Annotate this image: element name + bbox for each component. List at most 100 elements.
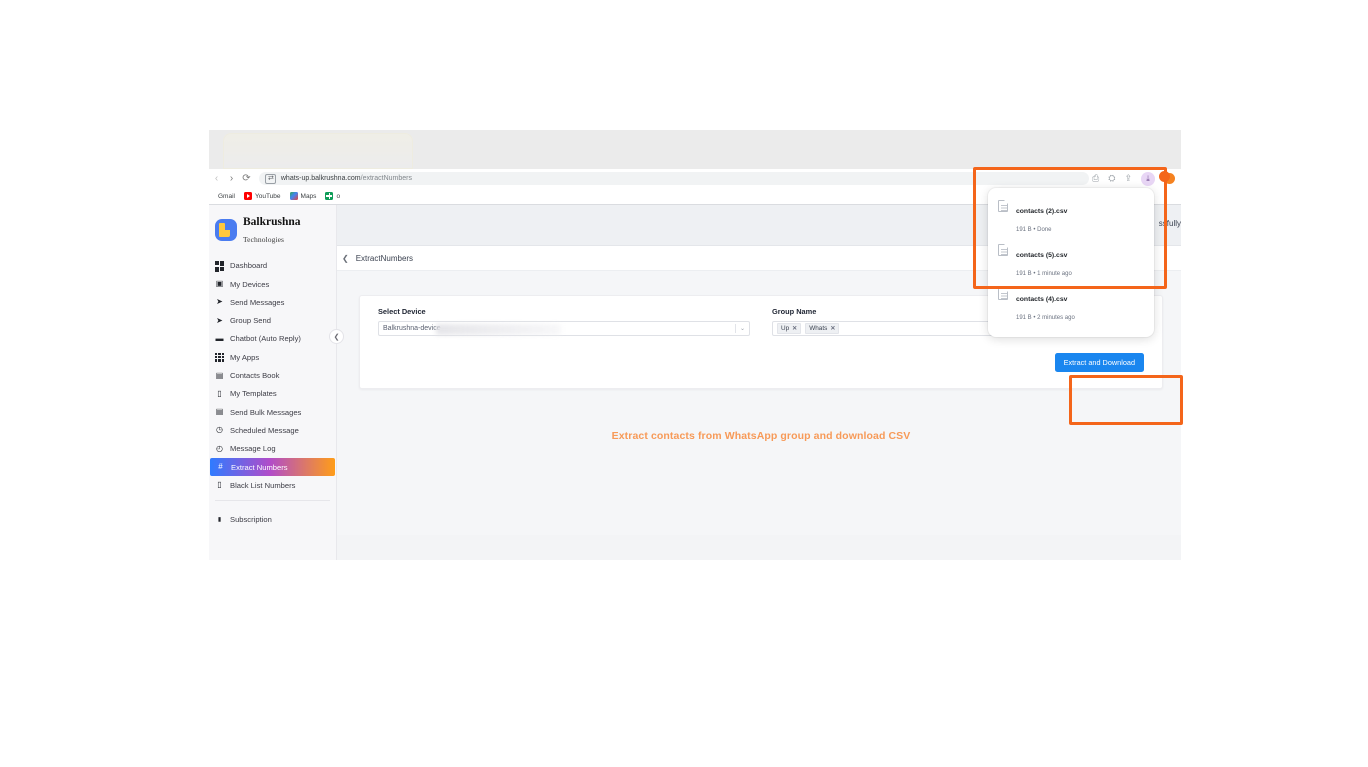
select-device-value: Balkrushna-device <box>383 325 441 332</box>
browser-tabstrip <box>209 130 1181 169</box>
breadcrumb-back-icon[interactable]: ❮ <box>342 254 349 263</box>
extensions-icon[interactable]: ⛭ <box>1108 174 1115 183</box>
sidebar-item-send-bulk-messages[interactable]: ▤ Send Bulk Messages <box>209 403 336 421</box>
download-meta: 191 B • 1 minute ago <box>1016 271 1072 277</box>
group-tag[interactable]: Up ✕ <box>777 323 802 334</box>
download-filename: contacts (4).csv <box>1016 296 1068 303</box>
chevron-down-icon[interactable]: ⌄ <box>740 325 745 332</box>
screenshot-canvas: ‹ › ⟳ ⇄ whats-up.balkrushna.com/extractN… <box>0 0 1368 767</box>
sidebar-item-label: My Apps <box>230 352 260 362</box>
extract-and-download-button[interactable]: Extract and Download <box>1054 353 1144 372</box>
hash-icon: # <box>218 462 223 471</box>
sidebar-item-black-list-numbers[interactable]: ▯ Black List Numbers <box>209 476 336 494</box>
breadcrumb: ExtractNumbers <box>355 253 414 263</box>
green-plus-icon <box>325 192 334 200</box>
clock-icon: ◷ <box>216 425 223 435</box>
download-filename: contacts (2).csv <box>1016 208 1068 215</box>
redaction-blur <box>436 324 561 335</box>
devices-icon: ▣ <box>215 279 224 289</box>
share-icon[interactable]: ⇪ <box>1124 174 1132 183</box>
chat-bubble-icon: ▬ <box>215 333 224 343</box>
sidebar-collapse-button[interactable]: ❮ <box>329 329 344 344</box>
sidebar: Balkrushna Technologies Dashboard ▣ My D… <box>209 205 337 560</box>
download-item[interactable]: contacts (4).csv 191 B • 2 minutes ago <box>988 284 1154 328</box>
sidebar-item-message-log[interactable]: ◴ Message Log <box>209 440 336 458</box>
sidebar-item-label: Black List Numbers <box>230 480 296 490</box>
divider <box>734 324 736 333</box>
sidebar-item-send-messages[interactable]: ➤ Send Messages <box>209 293 336 311</box>
lock-icon: ▮ <box>217 516 222 523</box>
send-paper-plane-icon: ➤ <box>216 297 223 307</box>
bookmark-other[interactable]: o <box>325 192 340 200</box>
annotation-caption: Extract contacts from WhatsApp group and… <box>611 430 911 442</box>
address-bar[interactable]: ⇄ whats-up.balkrushna.com/extractNumbers <box>259 172 1089 185</box>
history-clock-icon: ◴ <box>216 443 223 453</box>
sidebar-item-dashboard[interactable]: Dashboard <box>209 257 336 275</box>
sidebar-item-my-devices[interactable]: ▣ My Devices <box>209 275 336 293</box>
bookmark-label: YouTube <box>254 192 281 200</box>
site-settings-icon[interactable]: ⇄ <box>265 173 276 184</box>
browser-omnibox-row: ‹ › ⟳ ⇄ whats-up.balkrushna.com/extractN… <box>209 169 1181 188</box>
downloads-popup: contacts (2).csv 191 B • Done contacts (… <box>988 188 1154 337</box>
sidebar-item-label: Dashboard <box>230 261 268 271</box>
bookmark-maps[interactable]: Maps <box>289 192 317 200</box>
reload-button[interactable]: ⟳ <box>239 173 254 184</box>
bookmark-gmail[interactable]: Gmail <box>215 193 235 200</box>
url-path: /extractNumbers <box>360 175 412 182</box>
sidebar-item-label: Message Log <box>230 444 276 454</box>
brand-subtitle: Technologies <box>243 234 285 244</box>
remove-tag-icon[interactable]: ✕ <box>792 325 797 332</box>
downloads-icon[interactable]: ⤓ <box>1141 171 1155 186</box>
sidebar-item-label: My Templates <box>230 389 277 399</box>
sidebar-item-subscription[interactable]: ▮ Subscription <box>209 510 336 528</box>
sidebar-item-scheduled-message[interactable]: ◷ Scheduled Message <box>209 421 336 439</box>
forward-button[interactable]: › <box>224 173 239 184</box>
sidebar-item-chatbot[interactable]: ▬ Chatbot (Auto Reply) <box>209 330 336 348</box>
dashboard-grid-icon <box>215 261 224 273</box>
back-button[interactable]: ‹ <box>209 173 224 184</box>
sidebar-item-extract-numbers[interactable]: # Extract Numbers <box>210 457 335 477</box>
download-filename: contacts (5).csv <box>1016 252 1068 259</box>
download-item[interactable]: contacts (5).csv 191 B • 1 minute ago <box>988 240 1154 284</box>
apps-grid-icon <box>215 352 224 362</box>
content-footer <box>337 535 1181 560</box>
balkrushna-logo-icon <box>215 218 237 241</box>
toast-message-partial: ssfully <box>1158 219 1181 228</box>
sidebar-item-label: Send Bulk Messages <box>230 407 302 417</box>
brand-logo[interactable]: Balkrushna Technologies <box>209 205 336 257</box>
sidebar-item-my-templates[interactable]: ▯ My Templates <box>209 385 336 403</box>
sidebar-item-my-apps[interactable]: My Apps <box>209 348 336 366</box>
contacts-book-icon: ▤ <box>215 370 224 380</box>
sidebar-item-label: Group Send <box>230 316 271 326</box>
maps-icon <box>289 192 298 200</box>
sidebar-nav: Dashboard ▣ My Devices ➤ Send Messages ➤… <box>209 257 336 495</box>
bookmark-youtube[interactable]: YouTube <box>243 192 281 200</box>
bookmark-label: Maps <box>300 192 317 200</box>
sidebar-item-label: My Devices <box>230 279 270 289</box>
sidebar-item-label: Subscription <box>230 515 272 525</box>
sidebar-divider <box>215 500 330 502</box>
form-actions: Extract and Download <box>378 353 1144 372</box>
select-device-dropdown[interactable]: Balkrushna-device ⌄ <box>378 321 750 336</box>
document-icon: ▯ <box>217 388 222 398</box>
bookmark-label: Gmail <box>218 192 235 200</box>
bookmark-label: o <box>336 192 341 200</box>
block-phone-icon: ▯ <box>217 480 222 490</box>
download-meta: 191 B • Done <box>1016 227 1052 233</box>
select-device-label: Select Device <box>378 307 426 316</box>
sidebar-item-label: Contacts Book <box>230 371 280 381</box>
csv-file-icon <box>998 288 1008 300</box>
browser-tab[interactable] <box>223 133 413 169</box>
cast-icon[interactable]: ⎙ <box>1092 174 1099 183</box>
remove-tag-icon[interactable]: ✕ <box>830 325 835 332</box>
browser-window: ‹ › ⟳ ⇄ whats-up.balkrushna.com/extractN… <box>209 130 1181 560</box>
sidebar-item-group-send[interactable]: ➤ Group Send <box>209 311 336 329</box>
sidebar-item-label: Send Messages <box>230 297 285 307</box>
group-tag[interactable]: Whats ✕ <box>805 323 840 334</box>
download-meta: 191 B • 2 minutes ago <box>1016 315 1075 321</box>
youtube-icon <box>243 192 252 200</box>
download-item[interactable]: contacts (2).csv 191 B • Done <box>988 196 1154 240</box>
sidebar-item-contacts-book[interactable]: ▤ Contacts Book <box>209 366 336 384</box>
csv-file-icon <box>998 244 1008 256</box>
url-host: whats-up.balkrushna.com <box>280 175 361 182</box>
